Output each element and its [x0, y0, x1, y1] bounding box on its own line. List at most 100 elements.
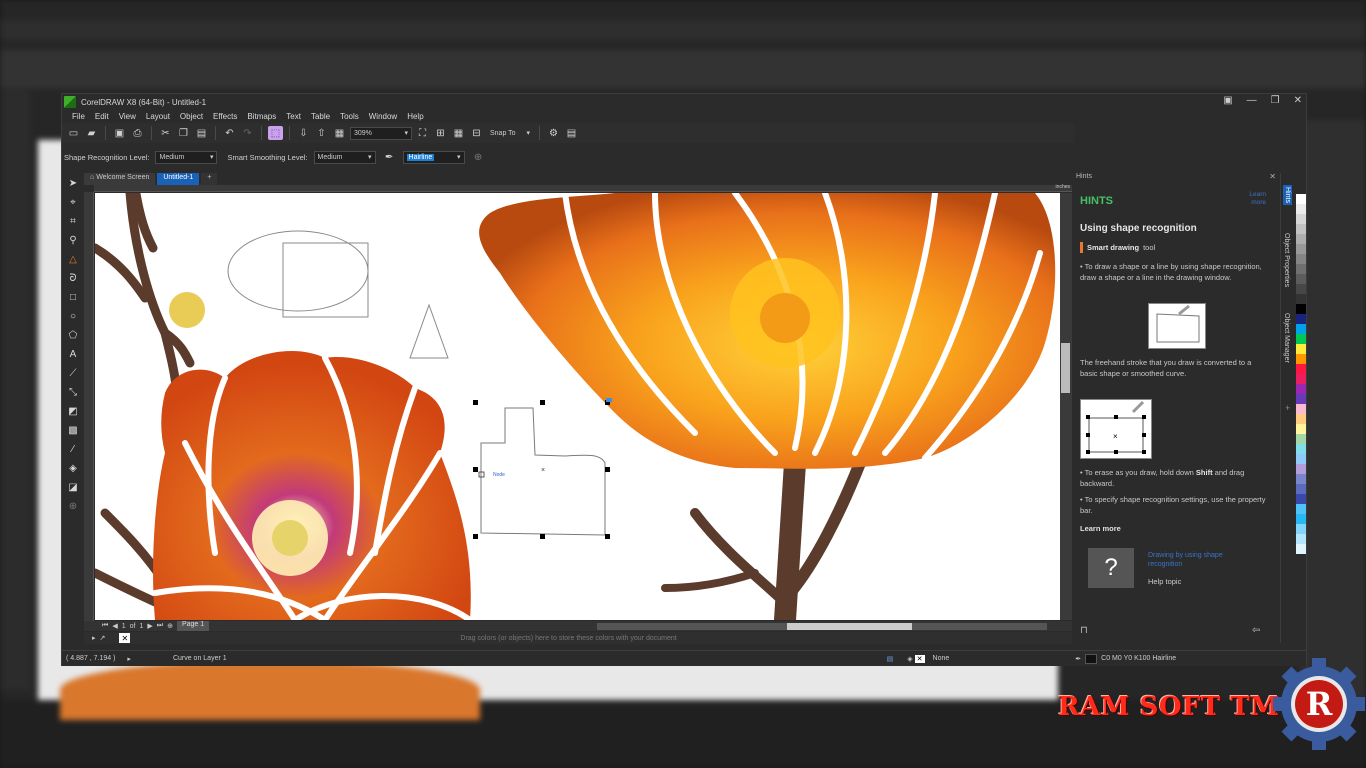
palette-swatch[interactable] [1296, 344, 1306, 354]
pick-tool-icon[interactable]: ➤ [66, 176, 80, 190]
menu-file[interactable]: File [67, 112, 90, 121]
zoom-tool-icon[interactable]: ⚲ [66, 233, 80, 247]
polygon-tool-icon[interactable]: ⬠ [66, 328, 80, 342]
palette-swatch[interactable] [1296, 304, 1306, 314]
export-icon[interactable]: ⇧ [314, 126, 329, 140]
vertical-ruler[interactable] [84, 192, 94, 622]
options-gear-icon[interactable]: ⚙ [546, 126, 561, 140]
next-page-icon[interactable]: ▶ [147, 622, 152, 630]
show-guidelines-icon[interactable]: ⊟ [469, 126, 484, 140]
menu-bitmaps[interactable]: Bitmaps [242, 112, 281, 121]
menu-table[interactable]: Table [306, 112, 335, 121]
palette-arrow-icon[interactable]: ▸ [92, 634, 96, 642]
palette-swatch[interactable] [1296, 514, 1306, 524]
publish-pdf-icon[interactable]: ▦ [332, 126, 347, 140]
menu-effects[interactable]: Effects [208, 112, 242, 121]
palette-swatch[interactable] [1296, 314, 1306, 324]
copy-icon[interactable]: ❐ [176, 126, 191, 140]
tab-untitled-1[interactable]: Untitled-1 [157, 173, 200, 185]
no-fill-swatch[interactable]: ✕ [119, 633, 131, 643]
smart-drawing-tool-icon[interactable]: △ [66, 252, 80, 266]
palette-swatch[interactable] [1296, 244, 1306, 254]
transparency-icon[interactable]: ▩ [66, 423, 80, 437]
palette-swatch[interactable] [1296, 334, 1306, 344]
horizontal-scrollbar[interactable] [597, 623, 1047, 630]
horizontal-scroll-thumb[interactable] [787, 623, 912, 630]
help-topic-link[interactable]: Drawing by using shape recognition [1148, 551, 1258, 569]
docker-close-icon[interactable]: ✕ [1269, 172, 1276, 181]
palette-swatch[interactable] [1296, 544, 1306, 554]
shape-recognition-dropdown[interactable]: Medium ▾ [155, 150, 218, 164]
add-preset-icon[interactable]: ⊕ [471, 150, 486, 164]
first-page-icon[interactable]: ⏮ [102, 622, 108, 630]
palette-swatch[interactable] [1296, 384, 1306, 394]
fill-bucket-icon[interactable]: ◈ [907, 655, 912, 663]
application-launcher-icon[interactable]: ▤ [564, 126, 579, 140]
full-screen-preview-icon[interactable]: ⛶ [415, 126, 430, 140]
document-palette[interactable]: ▸ ↗ ✕ Drag colors (or objects) here to s… [84, 632, 1072, 644]
menu-tools[interactable]: Tools [335, 112, 364, 121]
palette-swatch[interactable] [1296, 264, 1306, 274]
help-question-icon[interactable]: ? [1088, 548, 1134, 588]
snap-to-dropdown[interactable]: Snap To ▾ [487, 126, 533, 140]
outline-width-dropdown[interactable]: Hairline ▾ [402, 150, 465, 164]
smart-fill-icon[interactable]: ◪ [66, 480, 80, 494]
artistic-media-icon[interactable]: ᘐ [66, 271, 80, 285]
search-content-icon[interactable]: ⬚ [268, 126, 283, 140]
palette-swatch[interactable] [1296, 274, 1306, 284]
save-icon[interactable]: ▣ [112, 126, 127, 140]
page-tab[interactable]: Page 1 [176, 621, 210, 631]
menu-view[interactable]: View [114, 112, 141, 121]
palette-swatch[interactable] [1296, 194, 1306, 204]
palette-swatch[interactable] [1296, 364, 1306, 374]
drawing-canvas[interactable]: × Node [95, 193, 1060, 620]
add-page-icon[interactable]: ⊕ [167, 622, 173, 630]
zoom-level-dropdown[interactable]: 309% ▾ [350, 126, 412, 140]
palette-swatch[interactable] [1296, 414, 1306, 424]
palette-swatch[interactable] [1296, 324, 1306, 334]
palette-swatch[interactable] [1296, 234, 1306, 244]
smart-smoothing-dropdown[interactable]: Medium ▾ [313, 150, 376, 164]
palette-swatch[interactable] [1296, 254, 1306, 264]
close-button[interactable]: ✕ [1294, 95, 1302, 106]
vertical-scroll-thumb[interactable] [1061, 343, 1070, 393]
horizontal-ruler[interactable]: inches [94, 184, 1072, 192]
drop-shadow-icon[interactable]: ◩ [66, 404, 80, 418]
interactive-fill-icon[interactable]: ◈ [66, 461, 80, 475]
ellipse-tool-icon[interactable]: ○ [66, 309, 80, 323]
palette-swatch[interactable] [1296, 484, 1306, 494]
palette-swatch[interactable] [1296, 474, 1306, 484]
vertical-scrollbar[interactable] [1060, 193, 1072, 620]
palette-swatch[interactable] [1296, 434, 1306, 444]
shape-tool-icon[interactable]: ⌖ [66, 195, 80, 209]
restore-docker-icon[interactable]: ▣ [1223, 95, 1232, 106]
import-icon[interactable]: ⇩ [296, 126, 311, 140]
palette-swatch[interactable] [1296, 534, 1306, 544]
palette-swatch[interactable] [1296, 404, 1306, 414]
palette-expand-icon[interactable]: ↗ [100, 634, 106, 642]
prev-page-icon[interactable]: ◀ [112, 622, 117, 630]
menu-help[interactable]: Help [402, 112, 428, 121]
palette-swatch[interactable] [1296, 444, 1306, 454]
fill-color-icon[interactable]: ▤ [887, 655, 894, 663]
last-page-icon[interactable]: ⏭ [157, 622, 163, 630]
paste-icon[interactable]: ▤ [194, 126, 209, 140]
palette-swatch[interactable] [1296, 224, 1306, 234]
open-folder-icon[interactable]: ▰ [84, 126, 99, 140]
crop-tool-icon[interactable]: ⌗ [66, 214, 80, 228]
redo-icon[interactable]: ↷ [240, 126, 255, 140]
menu-window[interactable]: Window [364, 112, 402, 121]
palette-swatch[interactable] [1296, 294, 1306, 304]
show-rulers-icon[interactable]: ⊞ [433, 126, 448, 140]
text-tool-icon[interactable]: A [66, 347, 80, 361]
add-docker-tab-icon[interactable]: + [1285, 403, 1290, 413]
palette-swatch[interactable] [1296, 284, 1306, 294]
menu-layout[interactable]: Layout [141, 112, 175, 121]
cut-icon[interactable]: ✂ [158, 126, 173, 140]
palette-swatch[interactable] [1296, 374, 1306, 384]
show-grid-icon[interactable]: ▦ [451, 126, 466, 140]
eyedropper-icon[interactable]: ⁄ [66, 442, 80, 456]
status-arrow-icon[interactable]: ▸ [127, 655, 131, 663]
palette-swatch[interactable] [1296, 354, 1306, 364]
palette-swatch[interactable] [1296, 394, 1306, 404]
